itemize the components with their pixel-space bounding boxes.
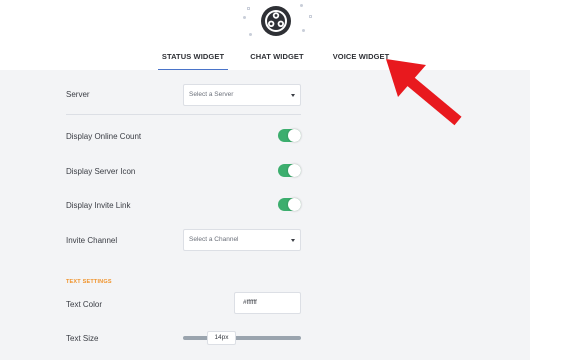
invite-channel-label: Invite Channel [66,236,118,245]
app-logo-icon [261,6,291,36]
tab-status-widget[interactable]: STATUS WIDGET [158,48,228,71]
server-icon-toggle[interactable] [278,164,301,177]
decor-square [309,15,312,18]
caret-down-icon [291,239,295,242]
tab-chat-widget[interactable]: CHAT WIDGET [246,48,308,69]
widget-tabs: STATUS WIDGET CHAT WIDGET VOICE WIDGET [0,48,564,71]
text-size-slider[interactable] [183,336,301,340]
decor-dot [243,16,246,19]
red-arrow-annotation [386,59,462,126]
text-size-slider-handle[interactable]: 14px [207,331,236,345]
invite-link-toggle[interactable] [278,198,301,211]
online-count-toggle[interactable] [278,129,301,142]
decor-dot [300,4,303,7]
text-color-input[interactable]: #ffffff [234,292,301,314]
invite-link-label: Display Invite Link [66,201,131,210]
toggle-knob [288,129,301,142]
toggle-knob [288,164,301,177]
server-icon-label: Display Server Icon [66,167,136,176]
decor-square [247,7,250,10]
server-select-value: Select a Server [189,91,234,98]
header: STATUS WIDGET CHAT WIDGET VOICE WIDGET [0,0,564,72]
text-color-label: Text Color [66,300,103,309]
server-label: Server [66,90,90,99]
toggle-knob [288,198,301,211]
online-count-label: Display Online Count [66,132,142,141]
decor-dot [302,29,305,32]
text-size-label: Text Size [66,334,99,343]
caret-down-icon [291,94,295,97]
invite-channel-select[interactable]: Select a Channel [183,229,301,251]
server-select[interactable]: Select a Server [183,84,301,106]
section-title-text-settings: TEXT SETTINGS [66,279,112,285]
decor-dot [249,33,252,36]
invite-channel-select-value: Select a Channel [189,236,239,243]
divider [66,114,301,115]
